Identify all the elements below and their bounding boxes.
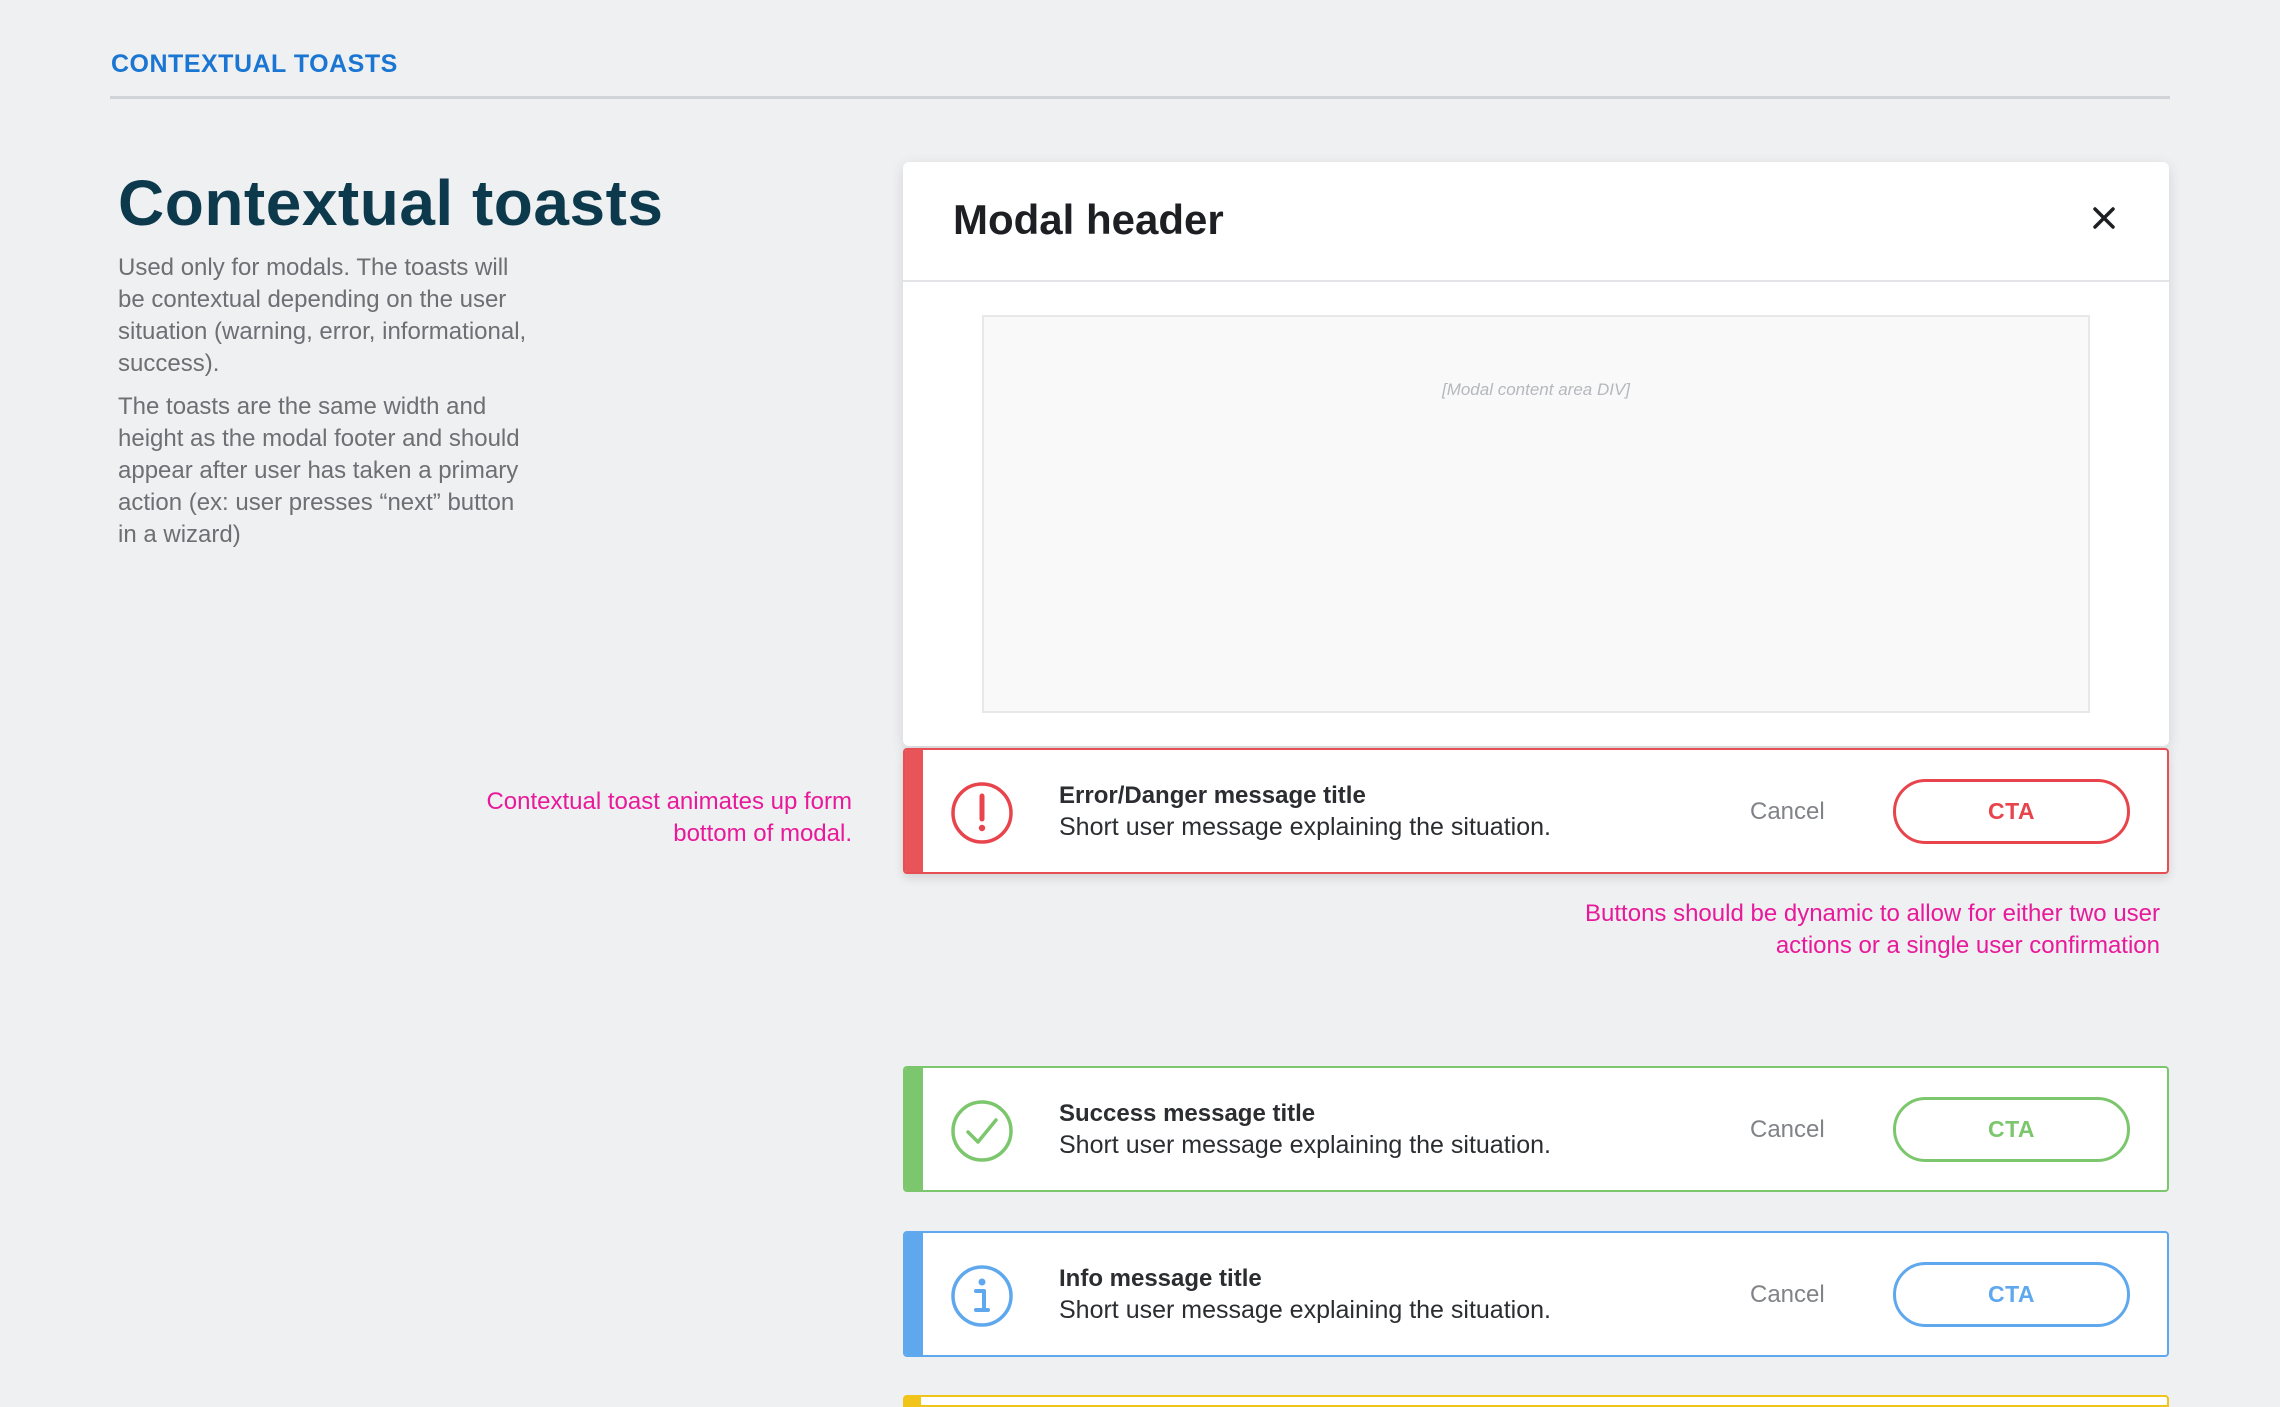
- toast-accent-stripe: [905, 1233, 923, 1355]
- modal-header: Modal header: [903, 162, 2169, 282]
- modal-dialog: Modal header [Modal content area DIV]: [903, 162, 2169, 746]
- page-title: Contextual toasts: [118, 167, 664, 239]
- toast-message: Short user message explaining the situat…: [1059, 1131, 1551, 1159]
- toast-title: Info message title: [1059, 1265, 1262, 1292]
- info-toast: Info message title Short user message ex…: [903, 1231, 2169, 1357]
- modal-content-placeholder: [Modal content area DIV]: [1441, 380, 1631, 399]
- description-paragraph-2: The toasts are the same width and height…: [118, 393, 520, 548]
- toast-accent-stripe: [905, 1068, 923, 1190]
- modal-title: Modal header: [953, 196, 1224, 243]
- cta-button[interactable]: CTA: [1893, 1262, 2130, 1327]
- toast-message: Short user message explaining the situat…: [1059, 813, 1551, 841]
- annotation-dynamic-buttons: Buttons should be dynamic to allow for e…: [1585, 900, 2160, 959]
- error-toast: Error/Danger message title Short user me…: [903, 748, 2169, 874]
- cancel-button[interactable]: Cancel: [1750, 1281, 1825, 1309]
- cta-button[interactable]: CTA: [1893, 1097, 2130, 1162]
- cancel-button[interactable]: Cancel: [1750, 798, 1825, 826]
- toast-title: Success message title: [1059, 1100, 1316, 1127]
- toast-accent-stripe: [905, 750, 923, 872]
- warning-toast: [903, 1395, 2169, 1407]
- success-toast: Success message title Short user message…: [903, 1066, 2169, 1192]
- section-label: CONTEXTUAL TOASTS: [111, 50, 398, 78]
- cancel-button[interactable]: Cancel: [1750, 1116, 1825, 1144]
- annotation-toast-animation: Contextual toast animates up form bottom…: [486, 788, 852, 847]
- info-circle-icon: [950, 1264, 1014, 1328]
- description-paragraph-1: Used only for modals. The toasts will be…: [118, 254, 527, 377]
- check-circle-icon: [950, 1099, 1014, 1163]
- section-divider: [110, 96, 2170, 99]
- cta-button[interactable]: CTA: [1893, 779, 2130, 844]
- toast-title: Error/Danger message title: [1059, 782, 1366, 809]
- modal-content-area: [982, 315, 2090, 713]
- exclamation-circle-icon: [950, 781, 1014, 845]
- close-icon[interactable]: [2089, 203, 2119, 233]
- toast-message: Short user message explaining the situat…: [1059, 1296, 1551, 1324]
